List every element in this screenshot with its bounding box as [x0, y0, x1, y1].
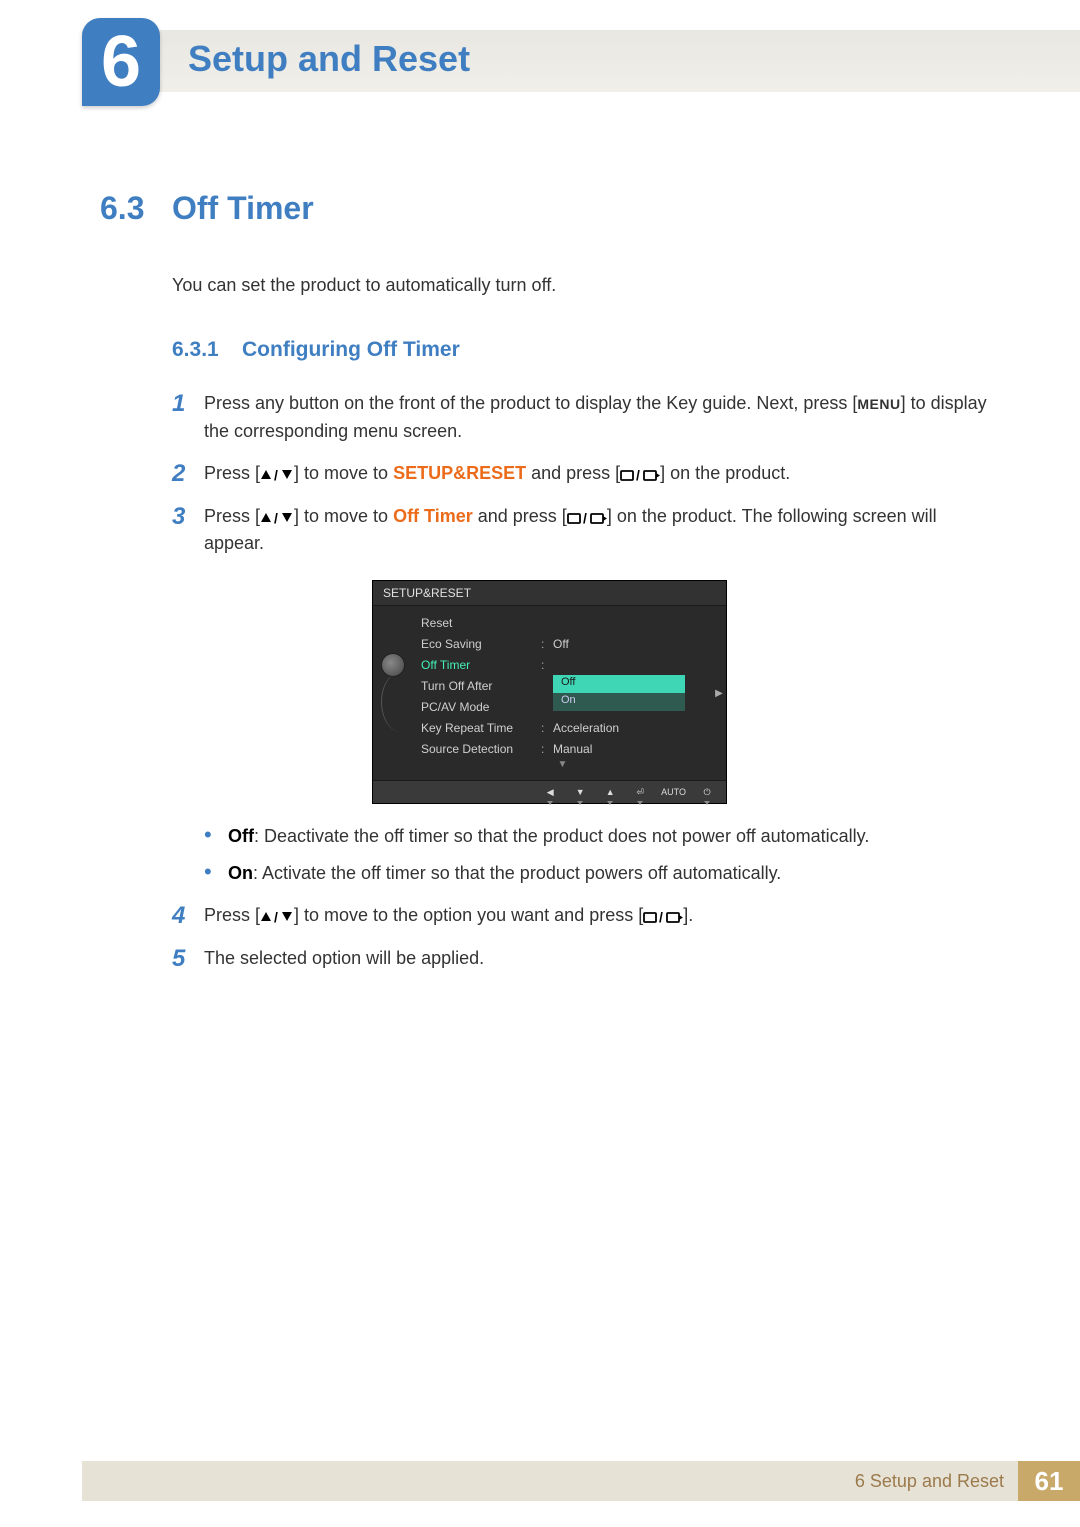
osd-power-icon: ⏻	[698, 785, 716, 799]
off-timer-label: Off Timer	[393, 506, 473, 526]
osd-right-arrow-icon: ▶	[712, 606, 726, 780]
text: ] to move to	[294, 463, 393, 483]
osd-down-icon: ▼	[571, 785, 589, 799]
osd-label: Key Repeat Time	[421, 721, 541, 735]
osd-label-selected: Off Timer	[421, 658, 541, 672]
osd-label: PC/AV Mode	[421, 700, 541, 714]
step-number: 2	[172, 460, 204, 489]
osd-auto-label: AUTO	[661, 785, 686, 799]
osd-item-eco-saving: Eco Saving:Off	[413, 633, 712, 654]
osd-value: Acceleration	[553, 721, 619, 735]
page-footer: 6 Setup and Reset 61	[82, 1461, 1080, 1501]
option-off-text: : Deactivate the off timer so that the p…	[254, 826, 869, 846]
step-5: 5 The selected option will be applied.	[172, 945, 995, 974]
step-text: The selected option will be applied.	[204, 945, 995, 974]
menu-button-label: MENU	[857, 396, 900, 412]
enter-source-icon: /	[567, 511, 607, 525]
osd-value: Off	[553, 637, 569, 651]
chapter-title: Setup and Reset	[188, 38, 470, 80]
osd-item-key-repeat: Key Repeat Time:Acceleration	[413, 717, 712, 738]
text: ] to move to	[294, 506, 393, 526]
osd-screenshot: SETUP&RESET Reset Eco Saving:Off Off Tim…	[372, 580, 727, 804]
step-4: 4 Press [ / ] to move to the option you wa…	[172, 902, 995, 931]
osd-item-source-detection: Source Detection:Manual	[413, 738, 712, 759]
svg-text:/: /	[274, 468, 278, 482]
svg-text:/: /	[274, 910, 278, 924]
step-3: 3 Press [ / ] to move to Off Timer and pre…	[172, 503, 995, 559]
osd-indicator-column	[373, 606, 413, 780]
osd-label: Turn Off After	[421, 679, 541, 693]
section-intro: You can set the product to automatically…	[172, 275, 995, 296]
option-descriptions: • Off: Deactivate the off timer so that …	[204, 822, 995, 888]
text: Press any button on the front of the pro…	[204, 393, 857, 413]
step-number: 1	[172, 390, 204, 446]
step-1: 1 Press any button on the front of the p…	[172, 390, 995, 446]
text: ] on the product.	[660, 463, 790, 483]
subsection-number: 6.3.1	[172, 338, 242, 362]
up-down-arrows-icon: /	[260, 511, 294, 525]
step-text: Press any button on the front of the pro…	[204, 390, 995, 446]
option-off-label: Off	[228, 826, 254, 846]
setup-reset-label: SETUP&RESET	[393, 463, 526, 483]
osd-label: Source Detection	[421, 742, 541, 756]
subsection-title: Configuring Off Timer	[242, 338, 460, 362]
section-title: Off Timer	[172, 190, 314, 227]
section-number: 6.3	[100, 190, 172, 227]
text: ].	[683, 905, 693, 925]
bullet-off: • Off: Deactivate the off timer so that …	[204, 822, 995, 851]
osd-enter-icon: ⏎	[631, 785, 649, 799]
osd-label: Reset	[421, 616, 541, 630]
text: Press [	[204, 463, 260, 483]
svg-text:/: /	[659, 910, 663, 924]
step-text: Press [ / ] to move to SETUP&RESET and pre…	[204, 460, 995, 489]
chapter-number: 6	[101, 26, 141, 98]
step-text: Press [ / ] to move to the option you want…	[204, 902, 995, 931]
chapter-badge: 6	[82, 18, 160, 106]
svg-text:/: /	[583, 511, 587, 525]
footer-page-number: 61	[1018, 1461, 1080, 1501]
osd-up-icon: ▲	[601, 785, 619, 799]
footer-chapter-label: 6 Setup and Reset	[855, 1471, 1004, 1492]
osd-back-icon: ◀	[541, 785, 559, 799]
step-text: Press [ / ] to move to Off Timer and press…	[204, 503, 995, 559]
bullet-icon: •	[204, 859, 228, 888]
osd-more-indicator: ▼	[413, 759, 712, 774]
arc-decoration	[381, 672, 415, 732]
up-down-arrows-icon: /	[260, 468, 294, 482]
text: Press [	[204, 506, 260, 526]
page-content: 6.3 Off Timer You can set the product to…	[100, 190, 995, 988]
osd-label: Eco Saving	[421, 637, 541, 651]
bullet-icon: •	[204, 822, 228, 851]
osd-value: Manual	[553, 742, 592, 756]
osd-item-off-timer: Off Timer:	[413, 654, 712, 675]
option-on-text: : Activate the off timer so that the pro…	[253, 863, 781, 883]
step-number: 5	[172, 945, 204, 974]
subsection-heading: 6.3.1 Configuring Off Timer	[172, 338, 995, 362]
svg-text:/: /	[636, 468, 640, 482]
option-on-label: On	[228, 863, 253, 883]
text: ] to move to the option you want and pre…	[294, 905, 643, 925]
section-heading: 6.3 Off Timer	[100, 190, 995, 227]
text: and press [	[526, 463, 620, 483]
enter-source-icon: /	[643, 910, 683, 924]
up-down-arrows-icon: /	[260, 910, 294, 924]
text: and press [	[473, 506, 567, 526]
osd-title: SETUP&RESET	[373, 581, 726, 606]
osd-item-reset: Reset	[413, 612, 712, 633]
osd-footer: ◀ ▼ ▲ ⏎ AUTO ⏻	[373, 780, 726, 803]
step-2: 2 Press [ / ] to move to SETUP&RESET and p…	[172, 460, 995, 489]
svg-text:/: /	[274, 511, 278, 525]
step-number: 4	[172, 902, 204, 931]
bullet-on: • On: Activate the off timer so that the…	[204, 859, 995, 888]
enter-source-icon: /	[620, 468, 660, 482]
text: Press [	[204, 905, 260, 925]
step-number: 3	[172, 503, 204, 559]
